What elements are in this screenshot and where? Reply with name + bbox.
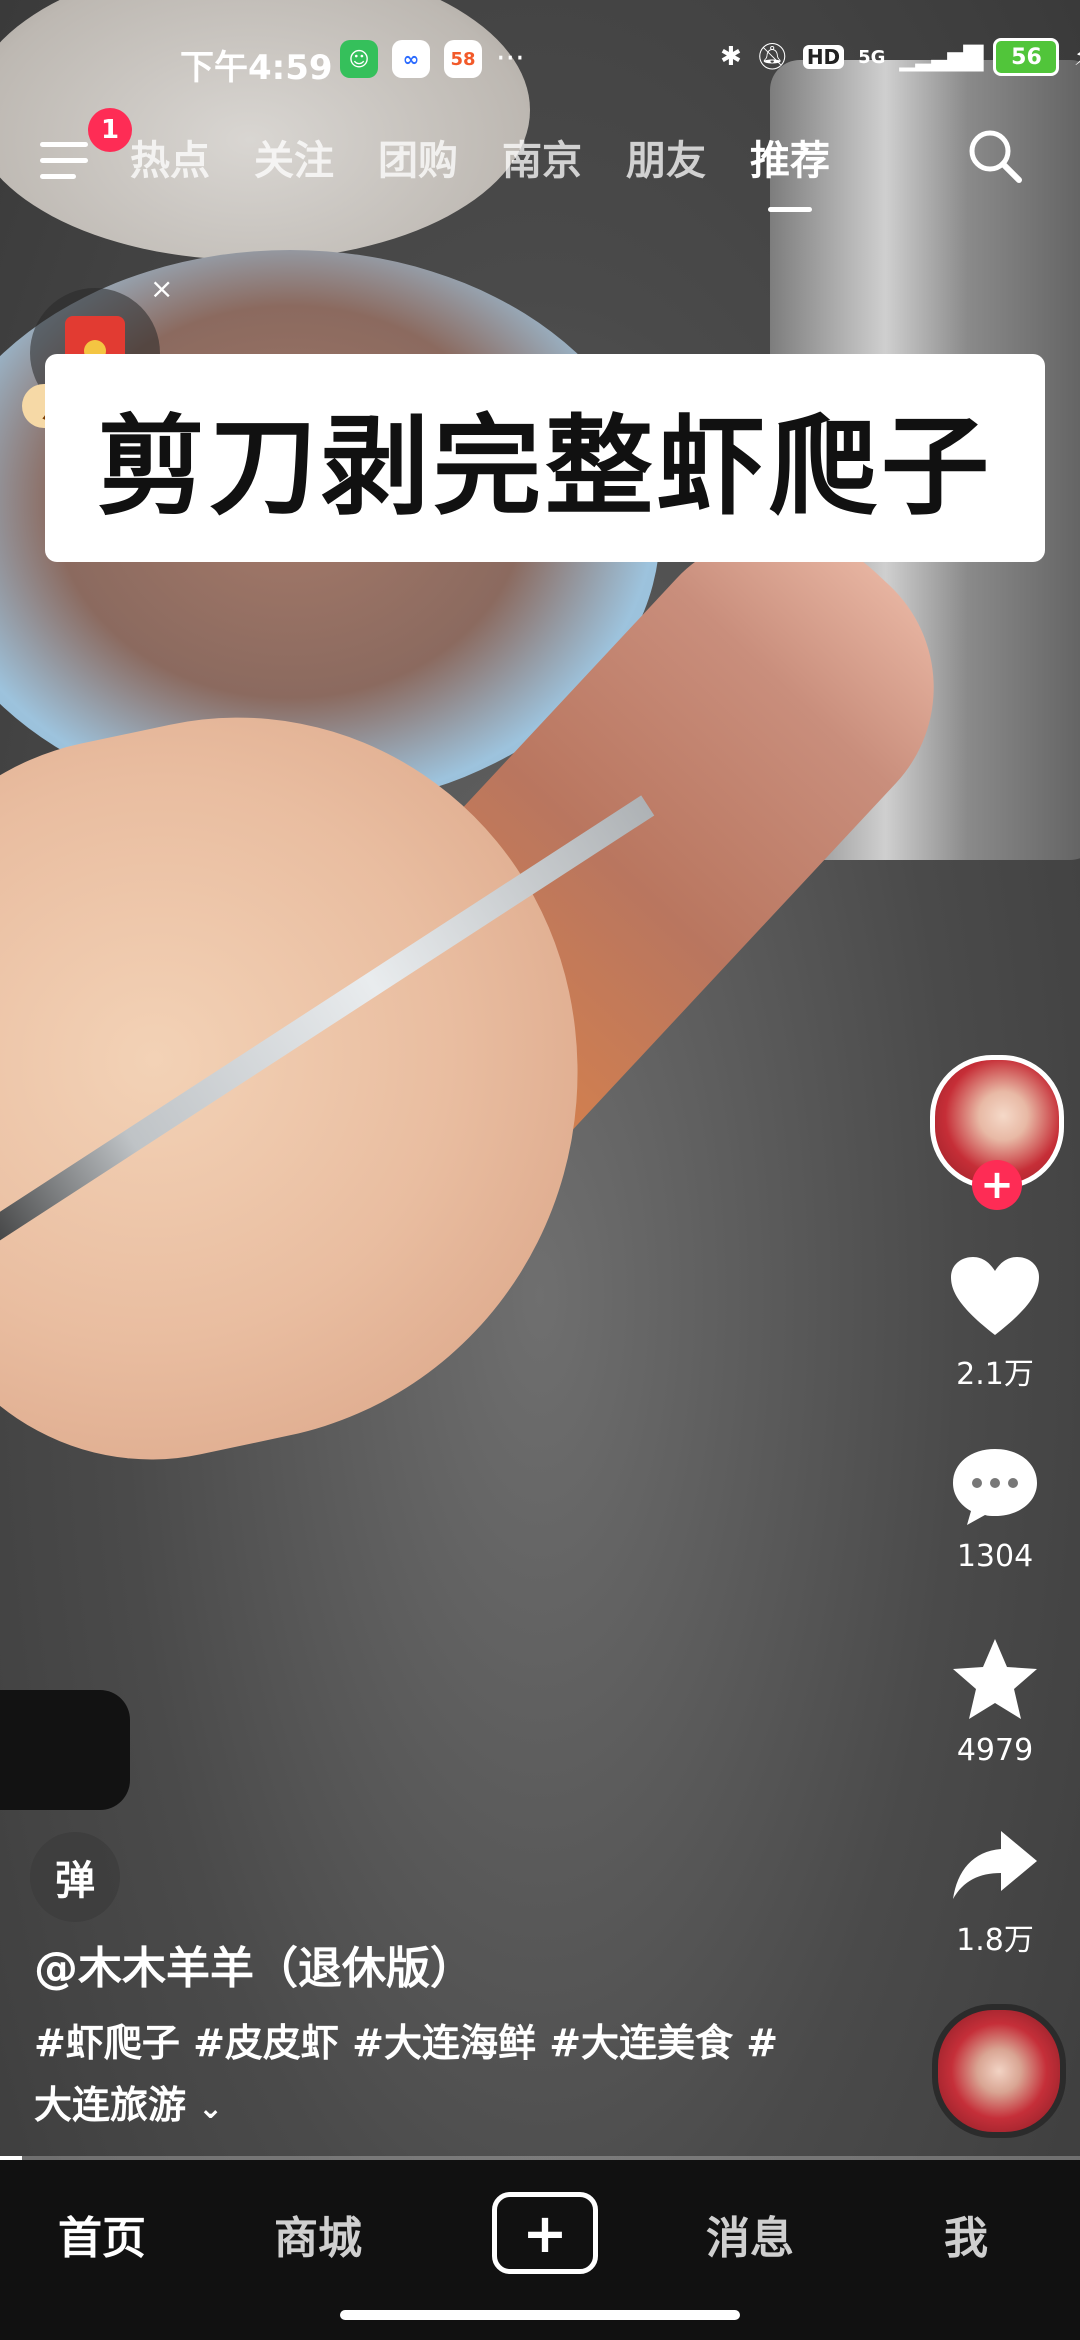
video-caption: 剪刀剥完整虾爬子 bbox=[45, 354, 1045, 562]
video-scissor-handle bbox=[0, 1690, 130, 1810]
feed-tabs: 热点 关注 团购 南京 朋友 推荐 bbox=[130, 128, 830, 212]
tab-nanjing[interactable]: 南京 bbox=[502, 128, 582, 186]
wechat-icon: ☺ bbox=[340, 40, 378, 78]
hd-badge: HD bbox=[802, 45, 845, 69]
comment-count: 1304 bbox=[956, 1539, 1034, 1574]
search-icon bbox=[969, 130, 1022, 183]
share-button[interactable]: 1.8万 bbox=[930, 1825, 1060, 1959]
comment-icon bbox=[953, 1449, 1037, 1525]
author-name[interactable]: @木木羊羊（退休版） bbox=[34, 1932, 474, 1996]
create-button[interactable]: + bbox=[492, 2192, 598, 2274]
tab-me[interactable]: 我 bbox=[944, 2202, 988, 2266]
tab-friends[interactable]: 朋友 bbox=[626, 128, 706, 186]
tab-following[interactable]: 关注 bbox=[254, 128, 334, 186]
charging-icon: ⚡ bbox=[1073, 42, 1080, 72]
share-count: 1.8万 bbox=[956, 1923, 1034, 1958]
tab-messages[interactable]: 消息 bbox=[706, 2202, 794, 2266]
danmu-toggle[interactable]: 弹 bbox=[30, 1832, 120, 1922]
comment-button[interactable]: 1304 bbox=[930, 1445, 1060, 1574]
music-disc[interactable] bbox=[932, 2004, 1066, 2138]
tab-mall[interactable]: 商城 bbox=[274, 2202, 362, 2266]
menu-button[interactable] bbox=[40, 134, 100, 194]
58-icon: 58 bbox=[444, 40, 482, 78]
like-button[interactable]: 2.1万 bbox=[930, 1255, 1060, 1393]
favorite-button[interactable]: 4979 bbox=[930, 1635, 1060, 1768]
bluetooth-icon: ✱ bbox=[720, 42, 742, 72]
star-icon bbox=[953, 1639, 1037, 1719]
baidu-icon: ∞ bbox=[392, 40, 430, 78]
follow-button[interactable]: + bbox=[972, 1160, 1022, 1210]
status-more: ··· bbox=[496, 41, 525, 76]
home-indicator bbox=[340, 2310, 740, 2320]
widget-close-icon[interactable]: × bbox=[150, 272, 173, 305]
author-avatar-wrap[interactable]: + bbox=[930, 1055, 1064, 1210]
heart-icon bbox=[951, 1257, 1039, 1335]
expand-chevron-icon[interactable]: ⌄ bbox=[198, 2091, 223, 2126]
mute-icon: 🔕︎ bbox=[755, 42, 789, 72]
bottom-tab-bar: 首页 商城 + 消息 我 bbox=[0, 2160, 1080, 2340]
hashtags[interactable]: #虾爬子 #皮皮虾 #大连海鲜 #大连美食 #大连旅游 ⌄ bbox=[34, 2012, 814, 2140]
share-icon bbox=[953, 1831, 1037, 1899]
network-label: 5G bbox=[858, 46, 886, 68]
like-count: 2.1万 bbox=[956, 1357, 1034, 1392]
status-indicators: ✱ 🔕︎ HD 5G ▁▂▃▅▇ 56 ⚡ bbox=[720, 38, 1080, 76]
status-time: 下午4:59 bbox=[180, 48, 333, 88]
status-app-icons: ☺ ∞ 58 ··· bbox=[340, 40, 525, 78]
tab-hot[interactable]: 热点 bbox=[130, 128, 210, 186]
top-nav: 热点 关注 团购 南京 朋友 推荐 bbox=[0, 118, 1080, 212]
tab-recommend[interactable]: 推荐 bbox=[750, 128, 830, 212]
search-button[interactable] bbox=[965, 126, 1025, 186]
signal-icon: ▁▂▃▅▇ bbox=[899, 42, 983, 72]
battery-icon: 56 bbox=[993, 38, 1060, 76]
notification-badge: 1 bbox=[88, 108, 132, 152]
hashtag-text[interactable]: #虾爬子 #皮皮虾 #大连海鲜 #大连美食 #大连旅游 bbox=[34, 2021, 778, 2127]
tab-home[interactable]: 首页 bbox=[58, 2202, 146, 2266]
tab-group-buy[interactable]: 团购 bbox=[378, 128, 458, 186]
favorite-count: 4979 bbox=[956, 1733, 1034, 1768]
battery-level: 56 bbox=[1011, 44, 1042, 70]
status-bar: 下午4:59 ☺ ∞ 58 ··· ✱ 🔕︎ HD 5G ▁▂▃▅▇ 56 ⚡ bbox=[0, 0, 1080, 120]
